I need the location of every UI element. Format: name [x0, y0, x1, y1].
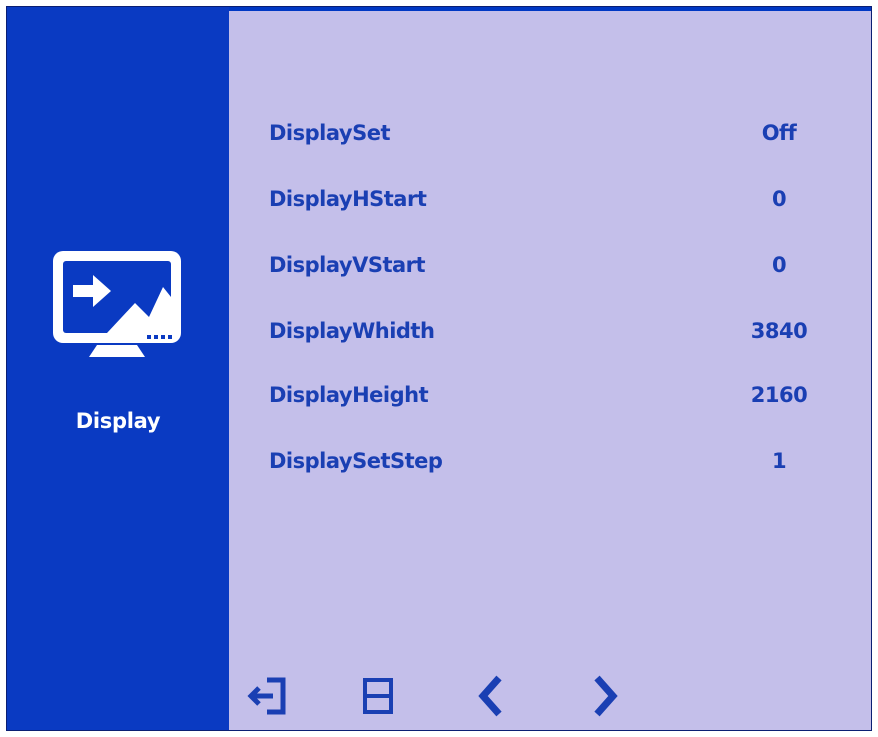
menu-item-value: 1: [771, 449, 787, 473]
menu-item-label: DisplayWhidth: [269, 319, 435, 343]
menu-item-label: DisplaySetStep: [269, 449, 443, 473]
menu-item-label: DisplayVStart: [269, 253, 426, 277]
menu-item-displayheight[interactable]: DisplayHeight 2160: [229, 377, 871, 417]
menu-item-value: 0: [771, 253, 787, 277]
chevron-left-icon: [478, 675, 502, 717]
menu-item-label: DisplaySet: [269, 121, 390, 145]
menu-item-displaywhidth[interactable]: DisplayWhidth 3840: [229, 313, 871, 353]
menu-item-label: DisplayHStart: [269, 187, 427, 211]
chevron-right-icon: [594, 675, 618, 717]
previous-button[interactable]: [471, 674, 515, 718]
control-bar: [229, 666, 871, 730]
exit-icon: [247, 677, 286, 715]
menu-item-displayvstart[interactable]: DisplayVStart 0: [229, 247, 871, 287]
menu-item-label: DisplayHeight: [269, 383, 429, 407]
menu-item-value: 2160: [750, 383, 808, 407]
osd-window: Display DisplaySet Off DisplayHStart 0 D…: [6, 6, 872, 731]
main-panel: DisplaySet Off DisplayHStart 0 DisplayVS…: [229, 11, 871, 730]
next-button[interactable]: [583, 674, 627, 718]
select-button[interactable]: [359, 674, 403, 718]
menu-item-displayset[interactable]: DisplaySet Off: [229, 115, 871, 155]
display-monitor-icon: [49, 247, 185, 367]
sidebar: Display: [7, 7, 229, 730]
menu-item-value: 0: [771, 187, 787, 211]
menu-item-value: Off: [761, 121, 797, 145]
menu-item-displaysetstep[interactable]: DisplaySetStep 1: [229, 443, 871, 483]
menu-select-icon: [363, 678, 393, 714]
menu-item-displayhstart[interactable]: DisplayHStart 0: [229, 181, 871, 221]
menu-item-value: 3840: [750, 319, 808, 343]
sidebar-label: Display: [75, 409, 161, 433]
exit-button[interactable]: [247, 674, 291, 718]
